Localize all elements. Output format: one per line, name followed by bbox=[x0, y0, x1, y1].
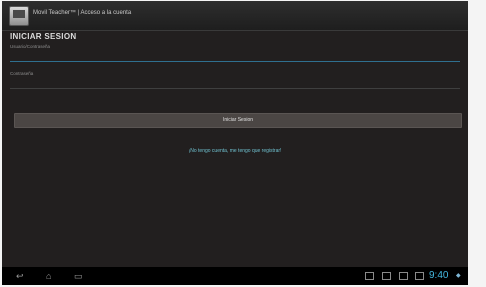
login-button-label: Iniciar Sesion bbox=[222, 117, 253, 123]
recent-apps-icon[interactable]: ▭ bbox=[74, 271, 83, 281]
username-underline bbox=[10, 61, 460, 62]
back-icon[interactable]: ↩ bbox=[16, 271, 24, 281]
window-title: Movil Teacher™ | Acceso a la cuenta bbox=[33, 10, 132, 16]
sync-icon bbox=[415, 272, 424, 280]
password-underline bbox=[10, 88, 460, 89]
page-title: INICIAR SESION bbox=[10, 32, 77, 41]
username-field[interactable]: Usuario/Contraseña bbox=[10, 44, 50, 49]
clock: 9:40 bbox=[429, 270, 449, 281]
app-icon bbox=[9, 6, 29, 26]
device-screen: Movil Teacher™ | Acceso a la cuenta INIC… bbox=[2, 1, 468, 285]
home-icon[interactable]: ⌂ bbox=[46, 271, 51, 281]
system-navbar: ↩ ⌂ ▭ 9:40 ◆ bbox=[2, 267, 468, 285]
login-button[interactable]: Iniciar Sesion bbox=[14, 113, 462, 128]
wifi-icon: ◆ bbox=[456, 273, 461, 279]
password-field[interactable]: Contraseña bbox=[10, 71, 33, 76]
gallery-icon bbox=[382, 272, 391, 280]
download-icon bbox=[399, 272, 408, 280]
notification-icon bbox=[365, 272, 374, 280]
title-bar: Movil Teacher™ | Acceso a la cuenta bbox=[2, 1, 468, 31]
register-link[interactable]: ¡No tengo cuenta, me tengo que registrar… bbox=[2, 148, 468, 154]
